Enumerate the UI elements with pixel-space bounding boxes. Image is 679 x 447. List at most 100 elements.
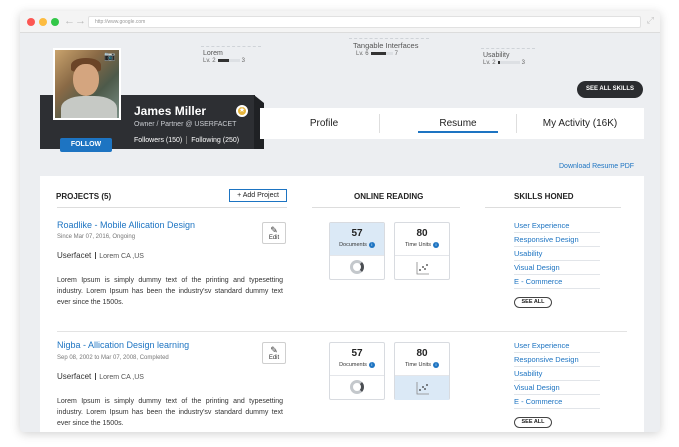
online-reading-heading-line — [312, 207, 460, 208]
see-all-skills-button[interactable]: SEE ALL SKILLS — [577, 81, 643, 98]
edit-project-button[interactable]: ✎ Edit — [262, 342, 286, 364]
skill-separator — [514, 408, 600, 409]
skill-name: Lorem — [203, 50, 223, 57]
skill-separator — [514, 366, 600, 367]
skill-link[interactable]: User Experience — [514, 221, 569, 230]
skill-link[interactable]: Visual Design — [514, 383, 560, 392]
time-units-stat-card[interactable]: 80 Time Units i — [394, 222, 450, 280]
skill-separator — [514, 260, 600, 261]
skill-level: Lv. 2 — [203, 58, 216, 64]
see-all-skills-link[interactable]: SEE ALL — [514, 297, 552, 308]
maximize-window-button[interactable] — [51, 18, 59, 26]
tab-divider — [516, 114, 517, 133]
camera-icon[interactable]: 📷 — [104, 52, 116, 61]
fullscreen-icon[interactable]: ⤢ — [647, 15, 654, 26]
time-units-stat-header: 80 Time Units i — [395, 223, 449, 255]
project-company-name: Userfacet — [57, 251, 92, 260]
followers-count[interactable]: Followers (150) — [134, 137, 182, 144]
tab-divider — [379, 114, 380, 133]
skill-next-level: 3 — [521, 60, 525, 66]
documents-stat-card[interactable]: 57 Documents i — [329, 222, 385, 280]
skill-link[interactable]: Responsive Design — [514, 355, 579, 364]
skill-link[interactable]: Responsive Design — [514, 235, 579, 244]
documents-stat-chart — [330, 375, 384, 400]
time-units-stat-chart — [395, 255, 449, 280]
donut-chart-icon — [350, 380, 364, 394]
address-bar[interactable]: http://www.google.com — [88, 16, 641, 28]
add-project-button[interactable]: + Add Project — [229, 189, 287, 202]
profile-name: James Miller — [134, 104, 207, 118]
skill-bubble-lorem[interactable]: Lorem Lv. 2 3 — [201, 46, 261, 64]
profile-tabs: Profile Resume My Activity (16K) — [260, 108, 644, 139]
skill-level: Lv. 6 — [356, 51, 369, 57]
documents-count: 57 — [351, 228, 363, 239]
info-icon[interactable]: i — [368, 242, 375, 248]
documents-count: 57 — [351, 348, 363, 359]
back-arrow-icon[interactable]: ← — [64, 15, 75, 27]
skill-name: Usability — [483, 52, 510, 59]
profile-role: Owner / Partner @ USERFACET — [134, 121, 237, 128]
minimize-window-button[interactable] — [39, 18, 47, 26]
pencil-icon: ✎ — [270, 345, 278, 355]
skill-separator — [514, 288, 600, 289]
info-icon[interactable]: i — [433, 362, 440, 368]
project-description: Lorem Ipsum is simply dummy text of the … — [57, 277, 283, 306]
project-location: Lorem CA ,US — [99, 374, 144, 381]
project-location: Lorem CA ,US — [99, 253, 144, 260]
skill-progress-bar — [370, 51, 393, 55]
skill-link[interactable]: E - Commerce — [514, 397, 562, 406]
skill-separator — [514, 394, 600, 395]
following-count[interactable]: Following (250) — [191, 137, 239, 144]
skill-progress-bar — [497, 60, 520, 64]
info-icon[interactable]: i — [433, 242, 440, 248]
info-icon[interactable]: i — [368, 362, 375, 368]
skills-honed-heading-line — [485, 207, 621, 208]
download-resume-link[interactable]: Download Resume PDF — [559, 163, 634, 170]
online-reading-heading: ONLINE READING — [354, 192, 424, 201]
project-date: Sep 08, 2002 to Mar 07, 2008, Completed — [57, 355, 169, 361]
close-window-button[interactable] — [27, 18, 35, 26]
tab-resume[interactable]: Resume — [400, 108, 516, 139]
skill-link[interactable]: User Experience — [514, 341, 569, 350]
tab-profile[interactable]: Profile — [280, 108, 368, 139]
project-title[interactable]: Roadlike - Mobile Allication Design — [57, 220, 195, 230]
documents-stat-header: 57 Documents i — [330, 343, 384, 375]
project-title[interactable]: Nigba - Allication Design learning — [57, 340, 189, 350]
scatter-chart-icon — [416, 382, 429, 395]
skill-separator — [514, 380, 600, 381]
edit-project-button[interactable]: ✎ Edit — [262, 222, 286, 244]
browser-window: ← → http://www.google.com ⤢ Lorem Lv. 2 3… — [20, 11, 660, 432]
scatter-chart-icon — [416, 262, 429, 275]
skill-bubble-usability[interactable]: Usability Lv. 2 3 — [481, 48, 535, 66]
skill-link[interactable]: Usability — [514, 249, 542, 258]
time-units-stat-card[interactable]: 80 Time Units i — [394, 342, 450, 400]
skill-separator — [514, 246, 600, 247]
skill-link[interactable]: Visual Design — [514, 263, 560, 272]
skill-separator — [514, 274, 600, 275]
projects-heading-line — [57, 207, 287, 208]
skill-link[interactable]: E - Commerce — [514, 277, 562, 286]
donut-chart-icon — [350, 260, 364, 274]
follow-button[interactable]: FOLLOW — [60, 138, 112, 152]
see-all-skills-link[interactable]: SEE ALL — [514, 417, 552, 428]
time-units-count: 80 — [416, 348, 428, 359]
add-project-label: Add Project — [242, 192, 279, 199]
profile-follow-stats: Followers (150) Following (250) — [134, 136, 239, 144]
skill-link[interactable]: Usability — [514, 369, 542, 378]
edit-label: Edit — [268, 235, 280, 241]
documents-stat-card[interactable]: 57 Documents i — [329, 342, 385, 400]
project-date: Since Mar 07, 2016, Ongoing — [57, 234, 136, 240]
tab-my-activity[interactable]: My Activity (16K) — [522, 108, 638, 139]
time-units-stat-chart — [395, 375, 449, 400]
page-content: Lorem Lv. 23 Tangable Interfaces Lv. 67 … — [20, 33, 660, 432]
documents-stat-header: 57 Documents i — [330, 223, 384, 255]
time-units-count: 80 — [416, 228, 428, 239]
forward-arrow-icon[interactable]: → — [75, 15, 86, 27]
projects-heading: PROJECTS (5) — [56, 192, 112, 201]
edit-label: Edit — [268, 355, 280, 361]
active-tab-underline — [418, 131, 498, 133]
project-company-name: Userfacet — [57, 372, 92, 381]
project-company: Userfacet Lorem CA ,US — [57, 251, 144, 260]
skill-bubble-tangable-interfaces[interactable]: Tangable Interfaces Lv. 6 7 — [349, 38, 429, 57]
skill-level: Lv. 2 — [483, 60, 496, 66]
